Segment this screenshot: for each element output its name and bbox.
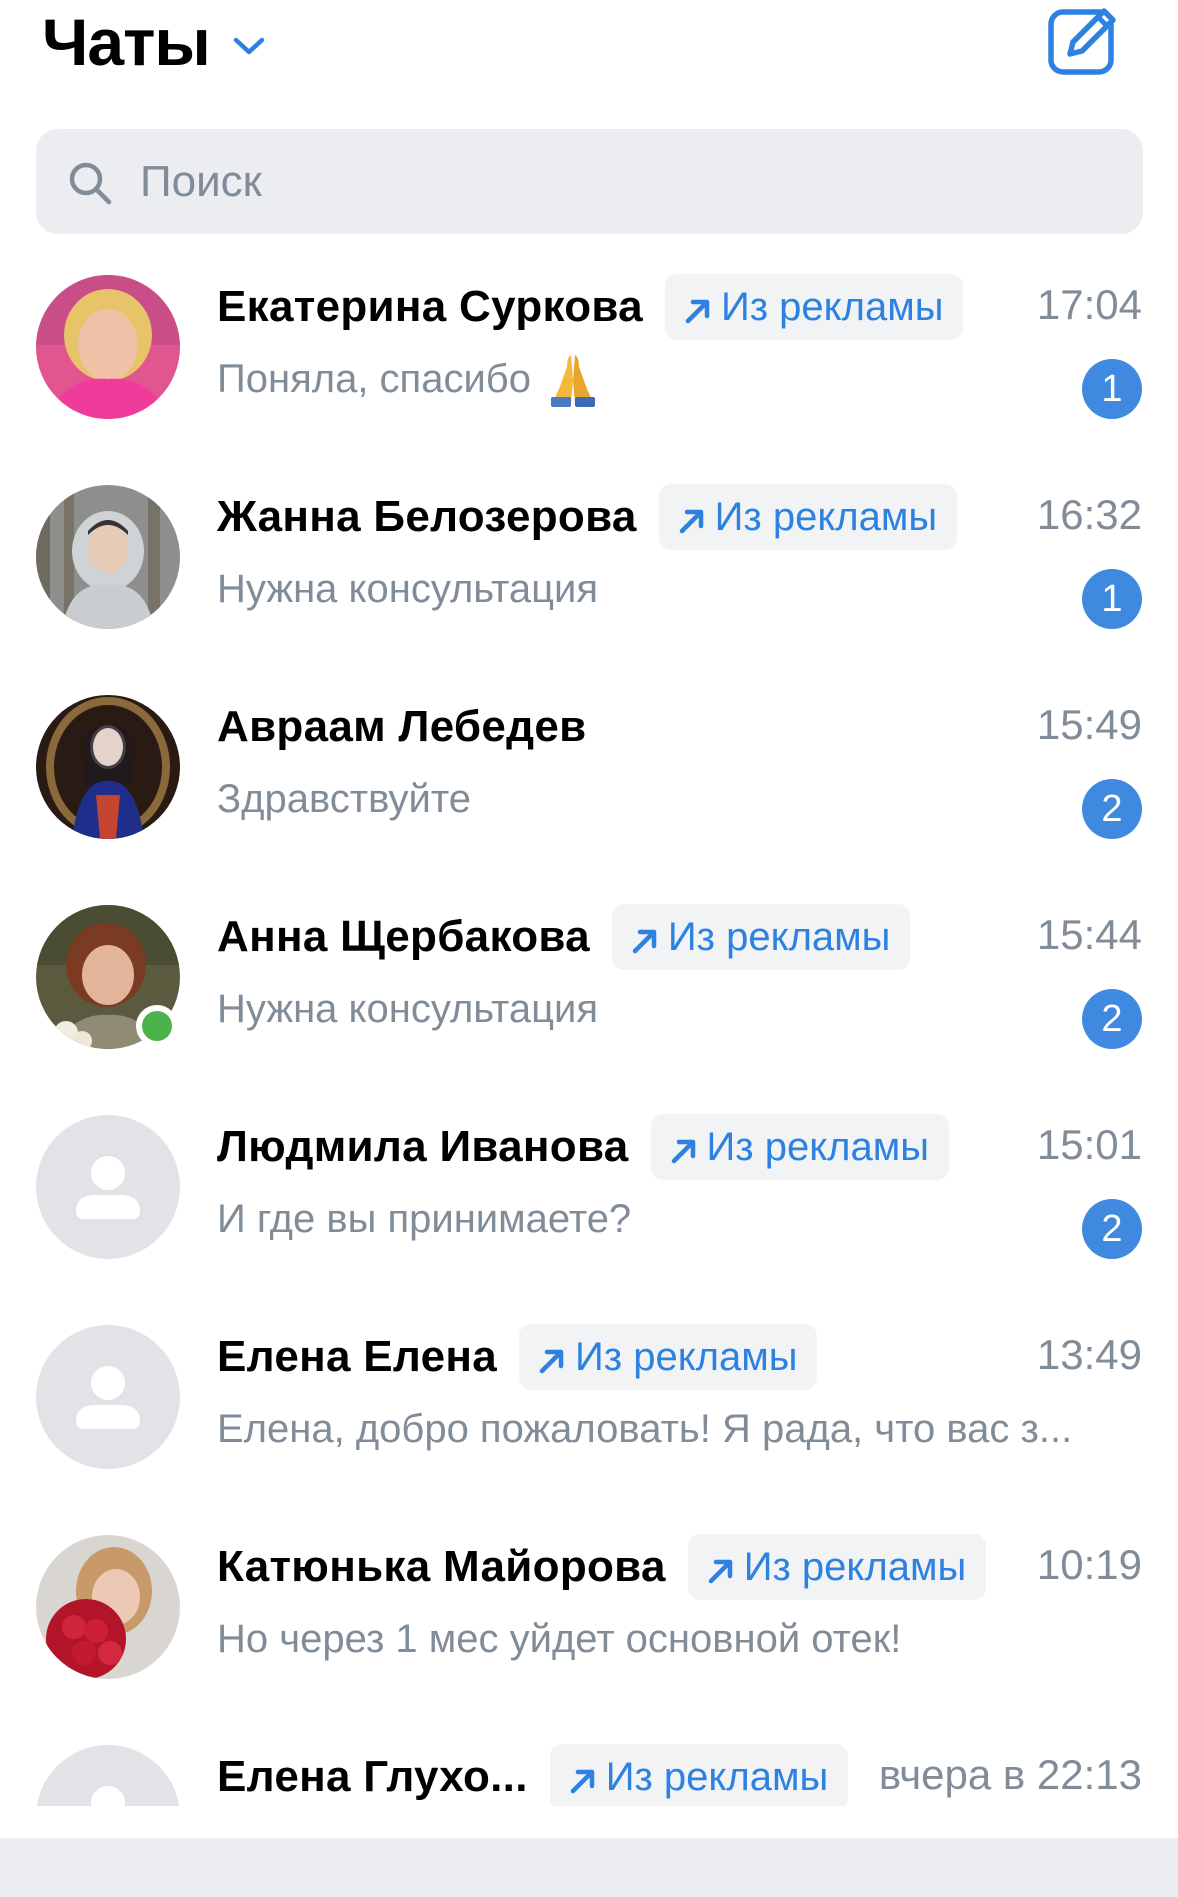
ad-badge-label: Из рекламы: [706, 1124, 929, 1169]
chat-time: 10:19: [1036, 1541, 1142, 1588]
chat-preview: И где вы принимаете?: [217, 1189, 1137, 1249]
avatar: [36, 1325, 180, 1469]
unread-badge: 2: [1082, 779, 1142, 839]
ad-badge-label: Из рекламы: [605, 1754, 829, 1799]
chat-name: Людмила Иванова: [217, 1122, 629, 1171]
ad-badge: Из рекламы: [664, 274, 964, 340]
online-indicator: [136, 1005, 178, 1047]
chat-preview: Здравствуйте: [217, 769, 1137, 829]
ad-badge-label: Из рекламы: [714, 494, 938, 539]
chat-name: Катюнька Майорова: [217, 1542, 666, 1591]
avatar: [36, 905, 180, 1049]
search-bar[interactable]: [36, 129, 1143, 234]
preview-text: И где вы принимаете?: [217, 1197, 632, 1241]
arrow-up-right-icon: [708, 1559, 732, 1584]
avatar: [36, 485, 180, 629]
compose-icon[interactable]: [1046, 2, 1122, 78]
page-title: Чаты: [42, 5, 211, 79]
ad-badge-label: Из рекламы: [720, 284, 944, 329]
search-icon: [69, 162, 112, 205]
arrow-up-right-icon: [539, 1349, 564, 1374]
list-clip: [0, 1806, 1178, 1840]
chat-row[interactable]: Людмила Иванова Из рекламы 15:01 И где в…: [0, 1099, 1178, 1309]
chat-name: Екатерина Суркова: [217, 282, 643, 331]
avatar: [36, 275, 180, 419]
user-placeholder-icon: [91, 1786, 125, 1809]
chat-row[interactable]: Жанна Белозерова Из рекламы 16:32 Нужна …: [0, 469, 1178, 679]
arrow-up-right-icon: [570, 1769, 594, 1794]
chat-preview: Нужна консультация: [217, 979, 1137, 1039]
chat-time: вчера в 22:13: [878, 1751, 1142, 1798]
bottom-bar: [0, 1838, 1178, 1897]
chat-preview: Нужна консультация: [217, 559, 1137, 619]
user-placeholder-icon: [76, 1156, 140, 1219]
ad-badge-label: Из рекламы: [743, 1544, 967, 1589]
chats-screen: Чаты Поиск Екатерина Суркова Из рекламы …: [0, 0, 1178, 1897]
chat-name: Елена Елена: [217, 1332, 497, 1381]
ad-badge: Из рекламы: [549, 1744, 849, 1809]
arrow-up-right-icon: [679, 509, 703, 534]
ad-badge: Из рекламы: [687, 1534, 987, 1600]
chat-time: 17:04: [1036, 281, 1142, 328]
ad-badge: Из рекламы: [658, 484, 958, 550]
chat-row[interactable]: Анна Щербакова Из рекламы 15:44 Нужна ко…: [0, 889, 1178, 1099]
avatar: [36, 1115, 180, 1259]
avatar: [36, 1535, 180, 1679]
chat-row[interactable]: Катюнька Майорова Из рекламы 10:19 Но че…: [0, 1519, 1178, 1729]
chat-name: Авраам Лебедев: [217, 702, 587, 751]
search-input[interactable]: [140, 129, 1100, 234]
chat-time: 15:01: [1036, 1121, 1142, 1168]
chat-list: Екатерина Суркова Из рекламы 17:04 Понял…: [0, 259, 1178, 1809]
chat-preview: Елена, добро пожаловать! Я рада, что вас…: [217, 1399, 1137, 1459]
chat-row[interactable]: Елена Елена Из рекламы 13:49 Елена, добр…: [0, 1309, 1178, 1519]
avatar: [36, 695, 180, 839]
chevron-down-icon: [233, 37, 265, 55]
chat-preview: Но через 1 мес уйдет основной отек!: [217, 1609, 1137, 1669]
ad-badge-label: Из рекламы: [575, 1334, 798, 1379]
ad-badge-label: Из рекламы: [667, 914, 891, 959]
chat-row[interactable]: Елена Глухо... Из рекламы вчера в 22:13: [0, 1729, 1178, 1809]
chat-row[interactable]: Авраам Лебедев 15:49 Здравствуйте 2: [0, 679, 1178, 889]
chat-time: 16:32: [1036, 491, 1142, 538]
user-placeholder-icon: [76, 1366, 140, 1429]
header: Чаты: [0, 0, 1178, 110]
chats-folder-selector[interactable]: Чаты: [42, 2, 266, 82]
preview-text: Елена, добро пожаловать! Я рада, что вас…: [217, 1407, 1073, 1451]
arrow-up-right-icon: [685, 299, 710, 324]
preview-text: Нужна консультация: [217, 987, 599, 1031]
arrow-up-right-icon: [671, 1139, 695, 1164]
chat-time: 15:49: [1036, 701, 1142, 748]
unread-badge: 1: [1082, 359, 1142, 419]
arrow-up-right-icon: [632, 929, 657, 954]
ad-badge: Из рекламы: [611, 904, 911, 970]
chat-name: Елена Глухо...: [217, 1752, 528, 1801]
preview-text: Поняла, спасибо: [217, 357, 531, 401]
folded-hands-icon: [550, 355, 595, 407]
preview-text: Здравствуйте: [217, 777, 471, 821]
unread-badge: 1: [1082, 569, 1142, 629]
avatar: [36, 1745, 180, 1809]
chat-time: 13:49: [1036, 1331, 1142, 1378]
preview-text: Но через 1 мес уйдет основной отек!: [217, 1617, 902, 1661]
unread-badge: 2: [1082, 1199, 1142, 1259]
ad-badge: Из рекламы: [650, 1114, 949, 1180]
chat-name: Жанна Белозерова: [217, 492, 637, 541]
preview-text: Нужна консультация: [217, 567, 599, 611]
chat-time: 15:44: [1036, 911, 1142, 958]
chat-row[interactable]: Екатерина Суркова Из рекламы 17:04 Понял…: [0, 259, 1178, 469]
unread-badge: 2: [1082, 989, 1142, 1049]
chat-name: Анна Щербакова: [217, 912, 590, 961]
chat-preview: Поняла, спасибо: [217, 349, 1137, 409]
ad-badge: Из рекламы: [519, 1324, 818, 1390]
